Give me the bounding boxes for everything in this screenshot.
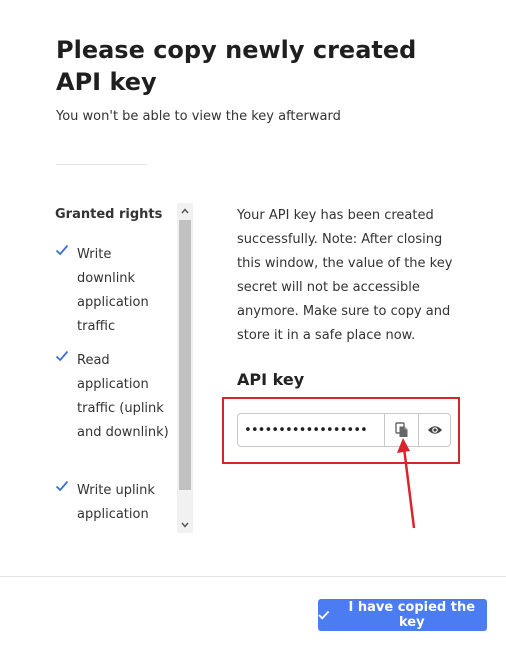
scroll-down-button[interactable] [177,517,193,533]
show-key-button[interactable] [418,414,450,446]
right-item-label: Write uplink application [77,483,155,522]
chevron-down-icon [181,522,189,528]
scroll-thumb[interactable] [179,220,191,490]
confirm-copied-label: I have copied the key [348,600,476,630]
rights-scrollbar[interactable] [177,203,193,533]
scroll-up-button[interactable] [177,203,193,219]
check-icon [55,350,69,362]
check-icon [55,244,69,256]
api-key-input[interactable] [244,420,382,440]
granted-rights-scroll-area: Granted rights Write downlink applicatio… [55,203,173,533]
title-divider [56,164,147,165]
right-item-label: Read application traffic (uplink and dow… [77,353,169,440]
confirm-copied-button[interactable]: I have copied the key [318,599,487,631]
chevron-up-icon [181,208,189,214]
api-key-info-text: Your API key has been created successful… [237,208,453,343]
granted-rights-panel[interactable]: Granted rights Write downlink applicatio… [55,203,193,533]
granted-rights-title: Granted rights [55,207,163,222]
modal-subtitle: You won't be able to view the key afterw… [56,109,341,124]
footer-divider [0,576,506,577]
checkmark-icon [318,610,330,620]
modal-title: Please copy newly created API key [56,36,417,96]
eye-icon [427,426,442,434]
api-key-label: API key [237,370,305,389]
right-item-label: Write downlink application traffic [77,247,149,334]
copy-icon [394,422,407,437]
check-icon [55,480,69,492]
annotation-arrow [397,438,416,529]
